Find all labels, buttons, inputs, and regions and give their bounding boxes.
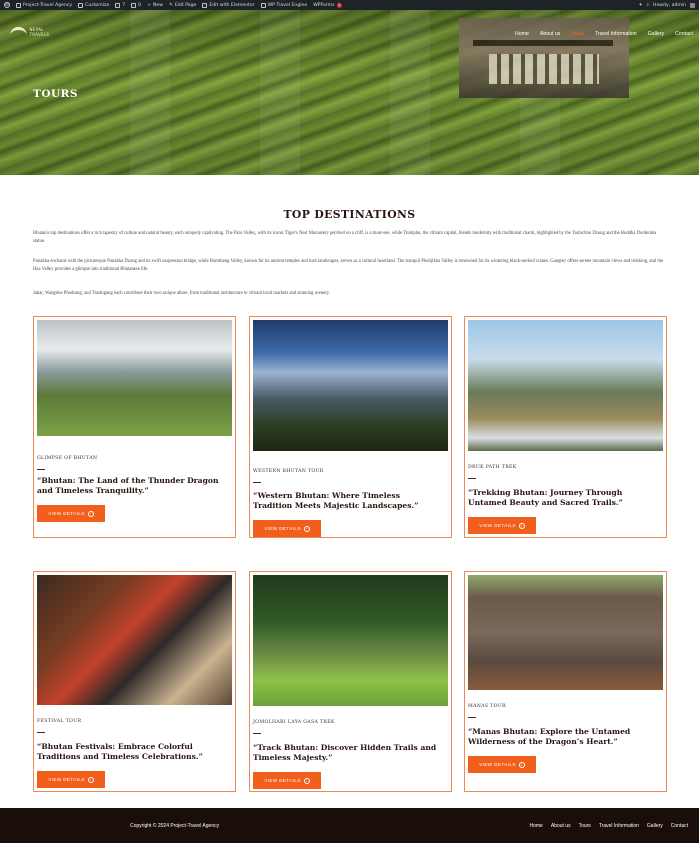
footer-nav: Home About us Tours Travel Information G… xyxy=(529,823,688,829)
tour-card-title: “Western Bhutan: Where Timeless Traditio… xyxy=(253,491,419,510)
tour-card-tag: FESTIVAL TOUR xyxy=(37,719,82,724)
tour-card-title: “Trekking Bhutan: Journey Through Untame… xyxy=(468,488,623,507)
search-icon[interactable]: ⌕ xyxy=(646,2,649,8)
tour-card-tag: DRUK PATH TREK xyxy=(468,465,517,470)
tour-card: FESTIVAL TOUR “Bhutan Festivals: Embrace… xyxy=(33,571,236,792)
tour-card-tag: WESTERN BHUTAN TOUR xyxy=(253,469,324,474)
arrow-right-icon: › xyxy=(303,525,310,532)
travel-engine-icon xyxy=(260,2,266,8)
view-details-button[interactable]: VIEW DETAILS › xyxy=(37,771,105,788)
plus-icon: + xyxy=(147,2,151,8)
tour-card-image[interactable] xyxy=(37,320,232,436)
view-details-button[interactable]: VIEW DETAILS › xyxy=(468,756,536,773)
tour-card-title: “Manas Bhutan: Explore the Untamed Wilde… xyxy=(468,727,631,746)
admin-site-link[interactable]: Project-Travel Agency xyxy=(16,2,72,8)
arrow-right-icon: › xyxy=(518,522,525,529)
tour-card-image[interactable] xyxy=(468,320,663,451)
nav-tours[interactable]: Tours xyxy=(571,31,584,37)
divider xyxy=(468,478,476,479)
nav-contact[interactable]: Contact xyxy=(675,31,693,37)
site-logo[interactable]: NEPAL TRAVELS xyxy=(10,24,62,40)
footer-nav-gallery[interactable]: Gallery xyxy=(647,823,663,829)
admin-edit-page-link[interactable]: ✎ Edit Page xyxy=(169,3,196,8)
hero-banner: NEPAL TRAVELS Home About us Tours Travel… xyxy=(0,10,699,175)
tour-card-image[interactable] xyxy=(253,575,448,706)
admin-customize-link[interactable]: Customize xyxy=(78,2,109,8)
logo-mountain-icon xyxy=(10,27,27,37)
tour-card-tag: MANAS TOUR xyxy=(468,704,506,709)
footer-nav-home[interactable]: Home xyxy=(529,823,542,829)
arrow-right-icon: › xyxy=(87,776,94,783)
view-details-button[interactable]: VIEW DETAILS › xyxy=(253,520,321,537)
admin-travel-engine-link[interactable]: WP Travel Engine xyxy=(260,2,307,8)
admin-new-link[interactable]: + New xyxy=(147,3,163,8)
tour-card: GLIMPSE OF BHUTAN “Bhutan: The Land of t… xyxy=(33,316,236,538)
hero-overlay-stripe xyxy=(260,10,300,175)
tour-card-title: “Bhutan Festivals: Embrace Colorful Trad… xyxy=(37,742,203,761)
tour-card-title: “Bhutan: The Land of the Thunder Dragon … xyxy=(37,476,219,495)
tour-card-image[interactable] xyxy=(468,575,663,690)
tour-card-title: “Track Bhutan: Discover Hidden Trails an… xyxy=(253,743,437,762)
arrow-right-icon: › xyxy=(303,777,310,784)
page-title: TOURS xyxy=(33,88,78,100)
admin-bar: W Project-Travel Agency Customize 7 0 + N… xyxy=(0,0,699,10)
admin-updates-link[interactable]: 7 xyxy=(115,2,125,8)
divider xyxy=(468,717,476,718)
tour-card-image[interactable] xyxy=(37,575,232,705)
tour-card: JOMOLHARI LAYA GASA TREK “Track Bhutan: … xyxy=(249,571,452,792)
footer-nav-contact[interactable]: Contact xyxy=(671,823,688,829)
nav-gallery[interactable]: Gallery xyxy=(648,31,664,37)
intro-paragraph: Jakar, Wangdue Phodrang, and Trashigang … xyxy=(33,291,330,296)
arrow-right-icon: › xyxy=(87,510,94,517)
divider xyxy=(253,482,261,483)
admin-wpforms-link[interactable]: WPForms 1 xyxy=(313,2,342,8)
home-icon xyxy=(16,2,21,8)
performance-icon[interactable]: ✦ xyxy=(639,3,643,8)
intro-paragraph: Punakha enchants with the picturesque Pu… xyxy=(33,259,664,273)
divider xyxy=(37,732,45,733)
howdy-text[interactable]: Howdy, admin xyxy=(653,3,686,8)
section-title: TOP DESTINATIONS xyxy=(283,208,416,221)
tour-card-image[interactable] xyxy=(253,320,448,451)
footer-nav-about-us[interactable]: About us xyxy=(551,823,571,829)
admin-elementor-link[interactable]: Edit with Elementor xyxy=(202,2,255,8)
intro-paragraph: Bhutan's top destinations offer a rich t… xyxy=(33,231,657,245)
admin-comments-link[interactable]: 0 xyxy=(131,2,141,8)
view-details-button[interactable]: VIEW DETAILS › xyxy=(468,517,536,534)
elementor-icon xyxy=(202,2,208,8)
footer-nav-tours[interactable]: Tours xyxy=(579,823,591,829)
copyright-text: Copyright © 2024 Project-Travel Agency xyxy=(130,823,220,829)
tour-card: DRUK PATH TREK “Trekking Bhutan: Journey… xyxy=(464,316,667,538)
site-footer: Copyright © 2024 Project-Travel Agency H… xyxy=(0,808,699,843)
nav-travel-information[interactable]: Travel Information xyxy=(595,31,637,37)
tour-card: MANAS TOUR “Manas Bhutan: Explore the Un… xyxy=(464,571,667,792)
pencil-icon: ✎ xyxy=(169,2,173,8)
view-details-button[interactable]: VIEW DETAILS › xyxy=(37,505,105,522)
divider xyxy=(253,733,261,734)
tour-card-tag: JOMOLHARI LAYA GASA TREK xyxy=(253,720,335,725)
view-details-button[interactable]: VIEW DETAILS › xyxy=(253,772,321,789)
wpforms-badge: 1 xyxy=(336,2,342,8)
tour-card: WESTERN BHUTAN TOUR “Western Bhutan: Whe… xyxy=(249,316,452,538)
divider xyxy=(37,469,45,470)
wordpress-menu[interactable]: W xyxy=(4,2,10,8)
main-nav: Home About us Tours Travel Information G… xyxy=(515,31,693,37)
comment-icon xyxy=(131,2,137,8)
hero-overlay-stripe xyxy=(130,10,170,175)
hero-image-farmhouse xyxy=(459,18,629,98)
avatar[interactable] xyxy=(690,2,695,8)
brush-icon xyxy=(78,2,84,8)
hero-overlay-stripe xyxy=(390,10,430,175)
refresh-icon xyxy=(115,2,121,8)
wordpress-icon: W xyxy=(4,2,10,8)
nav-about-us[interactable]: About us xyxy=(540,31,560,37)
arrow-right-icon: › xyxy=(518,761,525,768)
tour-card-tag: GLIMPSE OF BHUTAN xyxy=(37,456,98,461)
footer-nav-travel-information[interactable]: Travel Information xyxy=(599,823,639,829)
nav-home[interactable]: Home xyxy=(515,31,529,37)
